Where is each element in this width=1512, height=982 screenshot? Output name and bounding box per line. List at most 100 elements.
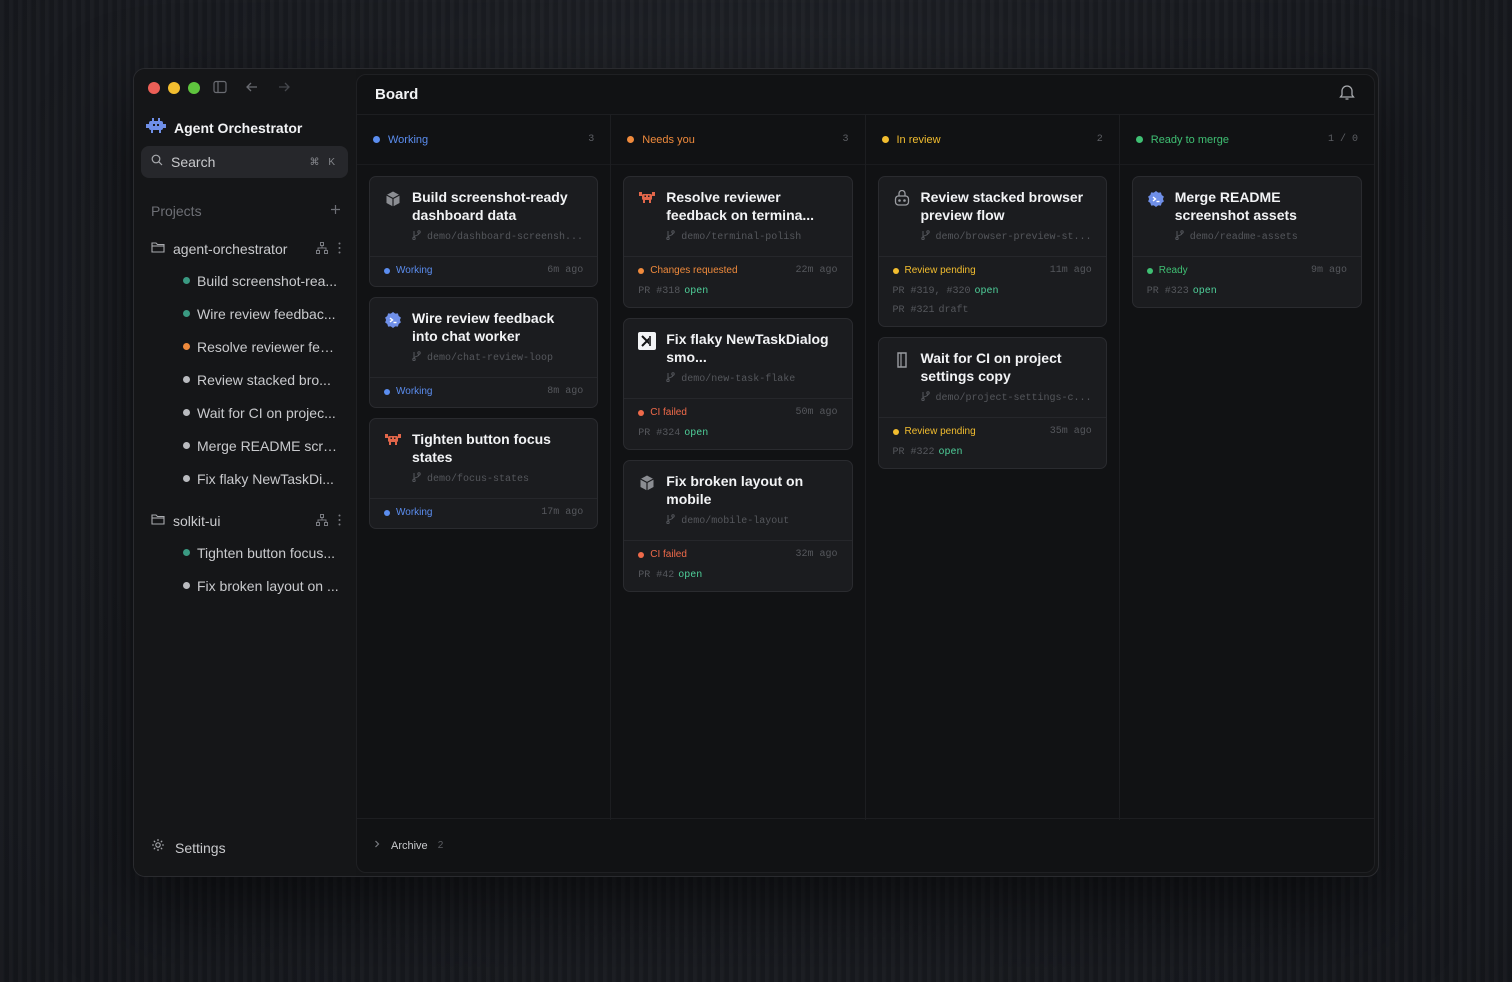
status-dot	[183, 475, 190, 482]
task-card[interactable]: Fix broken layout on mobile demo/mobile-l…	[623, 460, 853, 592]
pr-state: draft	[938, 305, 969, 316]
task-card[interactable]: Tighten button focus states demo/focus-st…	[369, 418, 599, 529]
column-header: In review 2	[865, 115, 1119, 165]
board-header: Board	[357, 75, 1374, 115]
search-icon	[151, 153, 163, 171]
status-text: Working	[396, 507, 433, 518]
status-text: Working	[396, 265, 433, 276]
sidebar-task-item[interactable]: Fix broken layout on ...	[134, 569, 356, 602]
task-card[interactable]: Wait for CI on project settings copy demo…	[877, 337, 1107, 469]
cube-icon	[638, 474, 656, 492]
sidebar-task-item[interactable]: Tighten button focus...	[134, 536, 356, 569]
status-dot	[638, 551, 645, 558]
task-label: Review stacked bro...	[197, 371, 331, 388]
card-timestamp: 11m ago	[1049, 265, 1092, 276]
git-branch-icon	[920, 391, 930, 405]
archive-count: 2	[437, 840, 444, 851]
sidebar-task-item[interactable]: Wait for CI on projec...	[134, 396, 356, 429]
bell-icon[interactable]	[1338, 83, 1356, 106]
status-text: Working	[396, 386, 433, 397]
card-timestamp: 6m ago	[547, 265, 584, 276]
search-label: Search	[171, 154, 216, 170]
card-title: Review stacked browser preview flow	[920, 189, 1084, 223]
status-dot	[1146, 267, 1153, 274]
pr-number: PR #323	[1146, 286, 1189, 297]
branch-name: demo/readme-assets	[1189, 231, 1298, 243]
card-timestamp: 35m ago	[1049, 426, 1092, 437]
git-branch-icon	[920, 230, 930, 244]
pr-link[interactable]: PR #319, #320 open	[893, 286, 1092, 297]
search-box[interactable]: Search ⌘ K	[141, 146, 348, 178]
projects-header: Projects	[151, 202, 341, 220]
board-column: In review 2 Review stacked browser preview…	[865, 115, 1120, 820]
app-window: Agent Orchestrator Search ⌘ K Projects a…	[133, 68, 1379, 877]
card-branch: demo/dashboard-screensh...	[412, 230, 583, 244]
settings-button[interactable]: Settings	[151, 838, 226, 857]
sidebar-task-item[interactable]: Wire review feedbac...	[134, 297, 356, 330]
column-count: 1 / 0	[1327, 134, 1358, 145]
board-column: Working 3 Build screenshot-ready dashboard…	[357, 115, 612, 820]
pr-link[interactable]: PR #323 open	[1147, 286, 1347, 297]
card-status: Working 6m ago	[384, 265, 583, 276]
maximize-window-button[interactable]	[188, 82, 200, 94]
branch-name: demo/focus-states	[427, 473, 530, 485]
window-controls	[148, 82, 200, 94]
column-count: 3	[588, 134, 595, 145]
pr-number: PR #321	[892, 305, 935, 316]
more-options-icon[interactable]	[338, 514, 341, 529]
card-status: Ready 9m ago	[1146, 265, 1347, 276]
project-row[interactable]: solkit-ui	[134, 506, 356, 536]
pr-state: open	[938, 447, 963, 458]
status-dot	[384, 509, 390, 516]
hierarchy-icon[interactable]	[316, 513, 328, 529]
git-branch-icon	[666, 372, 675, 386]
task-card[interactable]: Fix flaky NewTaskDialog smo... demo/new-t…	[623, 318, 853, 450]
project-name: solkit-ui	[173, 513, 221, 529]
hierarchy-icon[interactable]	[316, 241, 328, 257]
app-title: Agent Orchestrator	[174, 119, 303, 136]
card-branch: demo/chat-review-loop	[412, 351, 583, 365]
project-row[interactable]: agent-orchestrator	[134, 234, 356, 264]
branch-name: demo/browser-preview-st...	[935, 231, 1092, 243]
x-logo-icon	[638, 332, 657, 350]
pr-link[interactable]: PR #321 draft	[893, 305, 1092, 316]
sidebar-task-item[interactable]: Fix flaky NewTaskDi...	[134, 462, 356, 495]
pr-link[interactable]: PR #42 open	[638, 570, 837, 581]
sidebar-task-item[interactable]: Merge README scre...	[134, 429, 356, 462]
forward-arrow-icon[interactable]	[276, 79, 292, 95]
task-label: Merge README scre...	[197, 437, 339, 454]
card-branch: demo/readme-assets	[1175, 230, 1347, 244]
sidebar-toggle-icon[interactable]	[212, 79, 228, 95]
task-card[interactable]: Merge README screenshot assets demo/readm…	[1131, 176, 1362, 308]
chevron-right-icon	[373, 840, 381, 851]
sidebar-task-item[interactable]: Build screenshot-rea...	[134, 264, 356, 297]
pr-link[interactable]: PR #318 open	[638, 286, 837, 297]
claude-badge-icon	[1147, 190, 1165, 208]
bracket-icon	[893, 351, 911, 369]
back-arrow-icon[interactable]	[244, 79, 260, 95]
project-name: agent-orchestrator	[173, 241, 288, 257]
add-project-button[interactable]	[330, 202, 341, 220]
archive-bar[interactable]: Archive 2	[357, 818, 1374, 872]
task-card[interactable]: Build screenshot-ready dashboard data dem…	[369, 176, 599, 287]
sidebar-task-item[interactable]: Review stacked bro...	[134, 363, 356, 396]
sidebar-task-item[interactable]: Resolve reviewer fee...	[134, 330, 356, 363]
archive-label: Archive	[391, 839, 428, 852]
pr-link[interactable]: PR #322 open	[893, 447, 1092, 458]
task-card[interactable]: Resolve reviewer feedback on termina... d…	[623, 176, 853, 308]
card-status: CI failed 50m ago	[638, 407, 838, 418]
status-text: Review pending	[904, 265, 976, 276]
status-dot	[892, 428, 899, 435]
pr-link[interactable]: PR #324 open	[638, 428, 837, 439]
pr-number: PR #318	[638, 286, 681, 297]
card-status: Review pending 35m ago	[892, 426, 1092, 437]
card-branch: demo/new-task-flake	[666, 372, 837, 386]
claude-badge-icon	[384, 311, 402, 329]
minimize-window-button[interactable]	[168, 82, 180, 94]
task-card[interactable]: Wire review feedback into chat worker dem…	[369, 297, 599, 408]
branch-name: demo/new-task-flake	[681, 373, 796, 385]
task-card[interactable]: Review stacked browser preview flow demo/…	[877, 176, 1107, 327]
more-options-icon[interactable]	[338, 242, 341, 257]
status-text: CI failed	[650, 549, 687, 560]
close-window-button[interactable]	[148, 82, 160, 94]
